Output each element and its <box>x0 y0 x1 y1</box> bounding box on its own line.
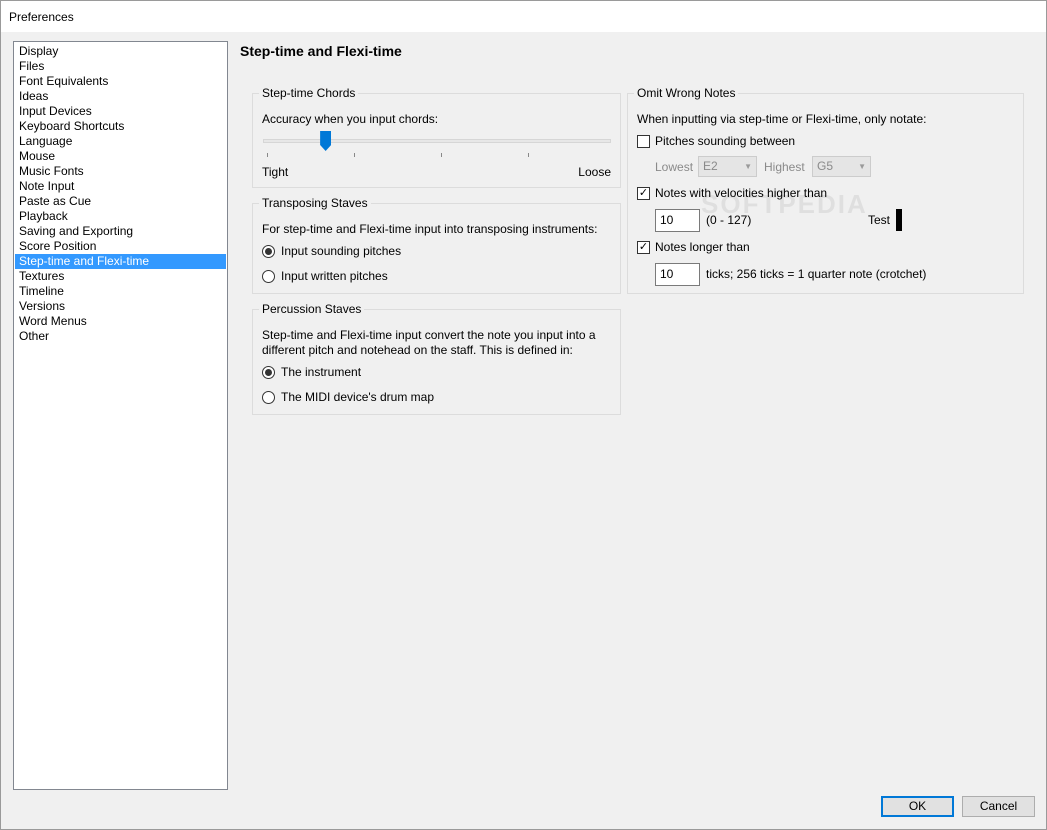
checkmark-icon: ✓ <box>638 187 649 199</box>
input-sounding-pitches-label[interactable]: Input sounding pitches <box>281 244 401 258</box>
category-item[interactable]: Paste as Cue <box>15 194 226 209</box>
category-item[interactable]: Note Input <box>15 179 226 194</box>
category-item[interactable]: Saving and Exporting <box>15 224 226 239</box>
velocity-range-label: (0 - 127) <box>706 213 752 227</box>
slider-tick <box>441 153 442 157</box>
category-item[interactable]: Mouse <box>15 149 226 164</box>
category-item[interactable]: Ideas <box>15 89 226 104</box>
loose-label: Loose <box>578 165 611 179</box>
chevron-down-icon: ▼ <box>744 162 752 171</box>
category-item[interactable]: Files <box>15 59 226 74</box>
category-item[interactable]: Textures <box>15 269 226 284</box>
category-list[interactable]: Display Files Font Equivalents Ideas Inp… <box>13 41 228 790</box>
test-velocity-meter <box>896 209 902 231</box>
tight-label: Tight <box>262 165 289 179</box>
slider-tick <box>267 153 268 157</box>
lowest-value: E2 <box>703 159 718 173</box>
slider-tick <box>354 153 355 157</box>
transposing-description: For step-time and Flexi-time input into … <box>262 222 598 236</box>
category-item[interactable]: Music Fonts <box>15 164 226 179</box>
group-label: Transposing Staves <box>259 196 371 210</box>
ticks-input[interactable]: 10 <box>655 263 700 286</box>
title-bar: Preferences <box>1 1 1046 32</box>
slider-tick <box>528 153 529 157</box>
longer-than-checkbox[interactable]: ✓ <box>637 241 650 254</box>
the-instrument-label[interactable]: The instrument <box>281 365 361 379</box>
drum-map-label[interactable]: The MIDI device's drum map <box>281 390 434 404</box>
category-item[interactable]: Keyboard Shortcuts <box>15 119 226 134</box>
category-item[interactable]: Font Equivalents <box>15 74 226 89</box>
input-written-pitches-radio[interactable] <box>262 270 275 283</box>
highest-select[interactable]: G5 ▼ <box>812 156 871 177</box>
accuracy-label: Accuracy when you input chords: <box>262 112 439 126</box>
drum-map-radio[interactable] <box>262 391 275 404</box>
pitches-sounding-checkbox[interactable] <box>637 135 650 148</box>
category-item[interactable]: Language <box>15 134 226 149</box>
accuracy-slider-thumb[interactable] <box>320 131 332 151</box>
input-sounding-pitches-radio[interactable] <box>262 245 275 258</box>
group-label: Step-time Chords <box>259 86 359 100</box>
highest-label: Highest <box>764 160 805 174</box>
omit-wrong-notes-group: Omit Wrong Notes When inputting via step… <box>627 86 1024 294</box>
percussion-staves-group: Percussion Staves Step-time and Flexi-ti… <box>252 302 621 415</box>
window-title: Preferences <box>9 10 74 24</box>
accuracy-slider-track[interactable] <box>263 139 611 143</box>
preferences-window: Preferences Display Files Font Equivalen… <box>0 0 1047 830</box>
step-time-chords-group: Step-time Chords Accuracy when you input… <box>252 86 621 188</box>
lowest-label: Lowest <box>655 160 694 174</box>
ticks-hint: ticks; 256 ticks = 1 quarter note (crotc… <box>706 267 927 281</box>
category-item[interactable]: Versions <box>15 299 226 314</box>
transposing-staves-group: Transposing Staves For step-time and Fle… <box>252 196 621 294</box>
input-written-pitches-label[interactable]: Input written pitches <box>281 269 388 283</box>
category-item[interactable]: Input Devices <box>15 104 226 119</box>
highest-value: G5 <box>817 159 834 173</box>
velocity-input[interactable]: 10 <box>655 209 700 232</box>
category-item[interactable]: Display <box>15 44 226 59</box>
category-item[interactable]: Timeline <box>15 284 226 299</box>
longer-than-label[interactable]: Notes longer than <box>655 240 750 254</box>
group-label: Percussion Staves <box>259 302 365 316</box>
checkmark-icon: ✓ <box>638 241 649 253</box>
pitches-sounding-label[interactable]: Pitches sounding between <box>655 134 795 148</box>
category-item[interactable]: Score Position <box>15 239 226 254</box>
percussion-description-line1: Step-time and Flexi-time input convert t… <box>262 328 596 342</box>
velocities-label[interactable]: Notes with velocities higher than <box>655 186 827 200</box>
ok-button[interactable]: OK <box>881 796 954 817</box>
category-item[interactable]: Other <box>15 329 226 344</box>
percussion-description-line2: different pitch and notehead on the staf… <box>262 343 573 357</box>
page-title: Step-time and Flexi-time <box>240 43 402 59</box>
velocities-checkbox[interactable]: ✓ <box>637 187 650 200</box>
category-item[interactable]: Playback <box>15 209 226 224</box>
omit-description: When inputting via step-time or Flexi-ti… <box>637 112 927 126</box>
cancel-button[interactable]: Cancel <box>962 796 1035 817</box>
lowest-select[interactable]: E2 ▼ <box>698 156 757 177</box>
the-instrument-radio[interactable] <box>262 366 275 379</box>
category-item-selected[interactable]: Step-time and Flexi-time <box>15 254 226 269</box>
test-label: Test <box>868 213 891 227</box>
group-label: Omit Wrong Notes <box>634 86 739 100</box>
chevron-down-icon: ▼ <box>858 162 866 171</box>
category-item[interactable]: Word Menus <box>15 314 226 329</box>
